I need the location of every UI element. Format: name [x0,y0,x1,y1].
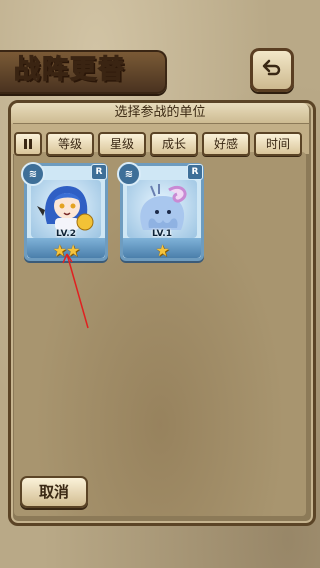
sort-by-stars-button[interactable]: 星级 [98,132,146,156]
sort-by-growth-button[interactable]: 成长 [150,132,198,156]
unit-card-1[interactable]: LV.2 ≋ R ★★ [21,162,108,261]
filter-toggle-button[interactable] [14,132,42,156]
wave-icon: ≋ [117,162,141,186]
back-button[interactable] [250,48,294,92]
unit-stars: ★★ [52,241,81,260]
unit-stars: ★ [155,241,169,260]
cancel-button[interactable]: 取消 [20,476,88,508]
sort-by-affection-button[interactable]: 好感 [202,132,250,156]
sort-by-time-button[interactable]: 时间 [254,132,302,156]
page-title: 战阵更替 [13,54,127,85]
sort-by-level-button[interactable]: 等级 [46,132,94,156]
back-arrow-icon [261,57,283,83]
unit-card-2[interactable]: LV.1 ≋ R ★ [117,162,204,261]
wave-icon: ≋ [21,162,45,186]
rank-badge: R [91,164,107,180]
unit-level: LV.1 [152,229,172,239]
rank-badge: R [187,164,203,180]
panel-header: 选择参战的单位 [11,103,309,123]
pause-bars-icon [22,135,34,154]
unit-level: LV.2 [56,229,76,239]
